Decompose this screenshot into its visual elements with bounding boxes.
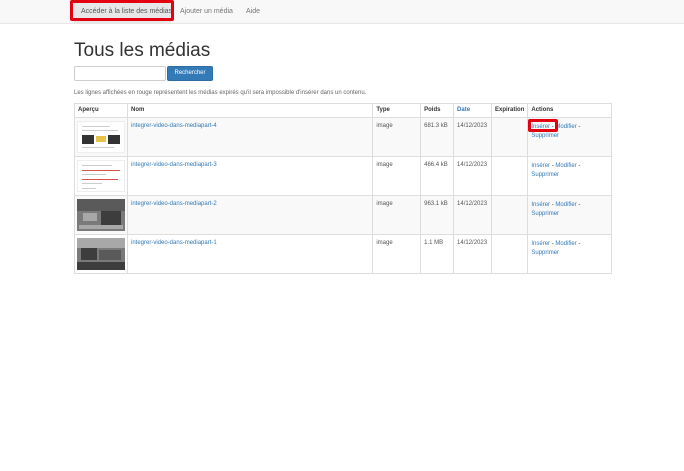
table-row: integrer-video-dans-mediapart-2 image 96… [74,195,612,235]
edit-link[interactable]: Modifier [555,163,576,169]
header-type: Type [372,103,422,118]
expiration-cell [491,234,529,274]
insert-link[interactable]: Insérer [531,202,550,208]
expiration-cell [491,195,529,235]
thumbnail-image[interactable] [77,238,125,270]
header-expiration: Expiration [491,103,529,118]
media-name-link[interactable]: integrer-video-dans-mediapart-3 [131,162,217,168]
edit-link[interactable]: Modifier [555,241,576,247]
delete-link[interactable]: Supprimer [531,250,559,256]
table-row: integrer-video-dans-mediapart-1 image 1.… [74,234,612,274]
action-separator: - [551,163,554,169]
search-input[interactable] [74,66,166,81]
actions-cell: Insérer - Modifier - Supprimer [527,195,612,235]
thumbnail-cell [74,234,128,274]
edit-link[interactable]: Modifier [555,124,576,130]
search-button[interactable]: Rechercher [167,66,213,81]
date-cell: 14/12/2023 [453,195,493,235]
size-cell: 466.4 kB [420,156,455,196]
header-poids: Poids [420,103,455,118]
insert-link[interactable]: Insérer [531,241,550,247]
name-cell: integrer-video-dans-mediapart-2 [126,195,374,235]
size-cell: 963.1 kB [420,195,455,235]
header-apercu: Aperçu [74,103,128,118]
nav-highlight-box [70,0,174,21]
date-cell: 14/12/2023 [453,156,493,196]
header-date-sort-link[interactable]: Date [453,103,493,118]
actions-cell: Insérer - Modifier - Supprimer [527,234,612,274]
expiration-cell [491,117,529,157]
action-separator: - [551,202,554,208]
name-cell: integrer-video-dans-mediapart-1 [126,234,374,274]
thumbnail-image[interactable] [77,160,125,192]
type-cell: image [372,117,422,157]
expired-info-text: Les lignes affichées en rouge représente… [74,90,367,96]
thumbnail-cell [74,156,128,196]
media-name-link[interactable]: integrer-video-dans-mediapart-1 [131,240,217,246]
thumbnail-image[interactable] [77,199,125,231]
edit-link[interactable]: Modifier [555,202,576,208]
size-cell: 1.1 MB [420,234,455,274]
delete-link[interactable]: Supprimer [531,133,559,139]
delete-link[interactable]: Supprimer [531,211,559,217]
name-cell: integrer-video-dans-mediapart-3 [126,156,374,196]
date-cell: 14/12/2023 [453,234,493,274]
delete-link[interactable]: Supprimer [531,172,559,178]
insert-link[interactable]: Insérer [531,163,550,169]
name-cell: integrer-video-dans-mediapart-4 [126,117,374,157]
nav-add-media-link[interactable]: Ajouter un média [180,0,233,24]
action-separator: - [578,163,581,169]
thumbnail-cell [74,195,128,235]
type-cell: image [372,195,422,235]
size-cell: 681.3 kB [420,117,455,157]
page-title: Tous les médias [74,40,211,61]
media-name-link[interactable]: integrer-video-dans-mediapart-4 [131,123,217,129]
insert-highlight-box [528,119,558,132]
action-separator: - [578,202,581,208]
table-row: integrer-video-dans-mediapart-3 image 46… [74,156,612,196]
header-actions: Actions [527,103,612,118]
action-separator: - [578,124,581,130]
date-cell: 14/12/2023 [453,117,493,157]
nav-help-link[interactable]: Aide [246,0,260,24]
thumbnail-cell [74,117,128,157]
expiration-cell [491,156,529,196]
media-name-link[interactable]: integrer-video-dans-mediapart-2 [131,201,217,207]
type-cell: image [372,156,422,196]
table-header-row: Aperçu Nom Type Poids Date Expiration Ac… [74,103,612,118]
type-cell: image [372,234,422,274]
actions-cell: Insérer - Modifier - Supprimer [527,156,612,196]
action-separator: - [578,241,581,247]
header-nom: Nom [126,103,374,118]
thumbnail-image[interactable] [77,121,125,153]
action-separator: - [551,241,554,247]
